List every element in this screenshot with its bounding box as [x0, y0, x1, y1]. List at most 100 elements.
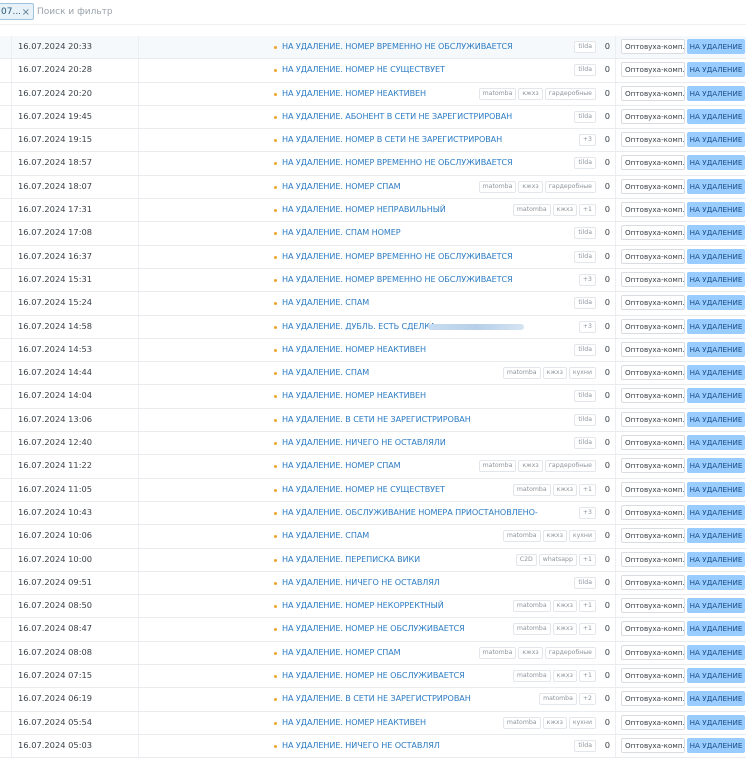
tag-badge[interactable]: +3: [578, 273, 596, 286]
row-title-link[interactable]: НА УДАЛЕНИЕ. НОМЕР НЕ СУЩЕСТВУЕТ: [282, 484, 445, 494]
row-title-link[interactable]: НА УДАЛЕНИЕ. НОМЕР ВРЕМЕННО НЕ ОБСЛУЖИВА…: [282, 251, 513, 261]
pipeline-select[interactable]: Оптовуха-комп...: [621, 271, 685, 287]
row-title-link[interactable]: НА УДАЛЕНИЕ. СПАМ: [282, 530, 369, 540]
pipeline-select[interactable]: Оптовуха-комп...: [621, 248, 685, 264]
table-row[interactable]: 16.07.2024 10:00 НА УДАЛЕНИЕ. ПЕРЕПИСКА В…: [0, 548, 746, 572]
status-badge[interactable]: НА УДАЛЕНИЕ: [687, 644, 745, 660]
tag-badge[interactable]: matomba: [512, 483, 551, 496]
tag-badge[interactable]: tilda: [574, 41, 596, 53]
pipeline-select[interactable]: Оптовуха-комп...: [621, 621, 685, 637]
row-title-link[interactable]: НА УДАЛЕНИЕ. НОМЕР ВРЕМЕННО НЕ ОБСЛУЖИВА…: [282, 157, 513, 167]
pipeline-select[interactable]: Оптовуха-комп...: [621, 202, 685, 218]
row-title-link[interactable]: НА УДАЛЕНИЕ. НИЧЕГО НЕ ОСТАВЛЯЛ: [282, 577, 440, 587]
table-row[interactable]: 16.07.2024 15:31 НА УДАЛЕНИЕ. НОМЕР ВРЕМЕ…: [0, 268, 746, 293]
tag-badge[interactable]: кжхз: [552, 600, 577, 613]
tag-badge[interactable]: +1: [578, 553, 596, 566]
table-row[interactable]: 16.07.2024 06:19 НА УДАЛЕНИЕ. В СЕТИ НЕ З…: [0, 688, 746, 712]
tag-badge[interactable]: matomba: [478, 646, 517, 659]
table-row[interactable]: 16.07.2024 16:37 НА УДАЛЕНИЕ. НОМЕР ВРЕМЕ…: [0, 245, 746, 269]
table-row[interactable]: 16.07.2024 05:54 НА УДАЛЕНИЕ. НОМЕР НЕАКТ…: [0, 711, 746, 735]
tag-badge[interactable]: matomba: [502, 716, 541, 729]
status-badge[interactable]: НА УДАЛЕНИЕ: [687, 132, 745, 148]
tag-badge[interactable]: tilda: [574, 110, 596, 123]
status-badge[interactable]: НА УДАЛЕНИЕ: [687, 108, 745, 124]
table-row[interactable]: 16.07.2024 05:03 НА УДАЛЕНИЕ. НИЧЕГО НЕ О…: [0, 734, 746, 759]
tag-badge[interactable]: +1: [578, 483, 596, 496]
status-badge[interactable]: НА УДАЛЕНИЕ: [687, 435, 745, 451]
table-row[interactable]: 16.07.2024 08:47 НА УДАЛЕНИЕ. НОМЕР НЕ ОБ…: [0, 618, 746, 642]
tag-badge[interactable]: +2: [578, 693, 596, 706]
pipeline-select[interactable]: Оптовуха-комп...: [621, 528, 685, 544]
tag-badge[interactable]: matomba: [512, 600, 551, 613]
status-badge[interactable]: НА УДАЛЕНИЕ: [687, 39, 745, 54]
pipeline-select[interactable]: Оптовуха-комп...: [621, 691, 685, 707]
tag-badge[interactable]: matomba: [539, 693, 577, 706]
tag-badge[interactable]: кухни: [568, 367, 596, 380]
status-badge[interactable]: НА УДАЛЕНИЕ: [687, 85, 745, 101]
row-title-link[interactable]: НА УДАЛЕНИЕ. ПЕРЕПИСКА ВИКИ: [282, 554, 420, 564]
row-title-link[interactable]: НА УДАЛЕНИЕ. НОМЕР В СЕТИ НЕ ЗАРЕГИСТРИР…: [282, 134, 502, 144]
row-title-link[interactable]: НА УДАЛЕНИЕ. ДУБЛЬ. ЕСТЬ СДЕЛКА: [282, 321, 435, 331]
table-row[interactable]: 16.07.2024 20:20 НА УДАЛЕНИЕ. НОМЕР НЕАКТ…: [0, 82, 746, 106]
tag-badge[interactable]: кжхз: [518, 646, 543, 659]
table-row[interactable]: 16.07.2024 12:40 НА УДАЛЕНИЕ. НИЧЕГО НЕ О…: [0, 432, 746, 456]
status-badge[interactable]: НА УДАЛЕНИЕ: [687, 504, 745, 520]
status-badge[interactable]: НА УДАЛЕНИЕ: [687, 318, 745, 334]
row-title-link[interactable]: НА УДАЛЕНИЕ. В СЕТИ НЕ ЗАРЕГИСТРИРОВАН: [282, 693, 471, 703]
tag-badge[interactable]: tilda: [574, 297, 596, 310]
row-title-link[interactable]: НА УДАЛЕНИЕ. НОМЕР СПАМ: [282, 647, 401, 657]
pipeline-select[interactable]: Оптовуха-комп...: [621, 458, 685, 474]
pipeline-select[interactable]: Оптовуха-комп...: [621, 62, 685, 78]
status-badge[interactable]: НА УДАЛЕНИЕ: [687, 737, 745, 753]
status-badge[interactable]: НА УДАЛЕНИЕ: [687, 668, 745, 684]
tag-badge[interactable]: кжхз: [518, 180, 543, 193]
tag-badge[interactable]: matomba: [502, 530, 541, 543]
tag-badge[interactable]: кжхз: [542, 367, 567, 380]
tag-badge[interactable]: кухни: [568, 716, 596, 729]
pipeline-select[interactable]: Оптовуха-комп...: [621, 551, 685, 567]
tag-badge[interactable]: кжхз: [518, 460, 543, 473]
tag-badge[interactable]: гардеробные: [544, 460, 596, 473]
tag-badge[interactable]: whatsapp: [538, 553, 577, 566]
row-title-link[interactable]: НА УДАЛЕНИЕ. ОБСЛУЖИВАНИЕ НОМЕРА ПРИОСТА…: [282, 507, 538, 517]
tag-badge[interactable]: matomba: [478, 460, 517, 473]
pipeline-select[interactable]: Оптовуха-комп...: [621, 435, 685, 451]
close-icon[interactable]: ×: [22, 4, 30, 21]
tag-badge[interactable]: tilda: [574, 227, 596, 240]
status-badge[interactable]: НА УДАЛЕНИЕ: [687, 388, 745, 404]
tag-badge[interactable]: matomba: [502, 367, 541, 380]
tag-badge[interactable]: кжхз: [552, 670, 577, 683]
tag-badge[interactable]: гардеробные: [544, 180, 596, 193]
pipeline-select[interactable]: Оптовуха-комп...: [621, 155, 685, 171]
table-row[interactable]: 16.07.2024 17:08 НА УДАЛЕНИЕ. СПАМ НОМЕР t…: [0, 222, 746, 246]
pipeline-select[interactable]: Оптовуха-комп...: [621, 39, 685, 54]
status-badge[interactable]: НА УДАЛЕНИЕ: [687, 248, 745, 264]
tag-badge[interactable]: tilda: [574, 413, 596, 426]
pipeline-select[interactable]: Оптовуха-комп...: [621, 388, 685, 404]
table-row[interactable]: 16.07.2024 11:22 НА УДАЛЕНИЕ. НОМЕР СПАМ m…: [0, 455, 746, 479]
status-badge[interactable]: НА УДАЛЕНИЕ: [687, 481, 745, 497]
tag-badge[interactable]: tilda: [574, 157, 596, 170]
tag-badge[interactable]: matomba: [512, 204, 551, 217]
table-row[interactable]: 16.07.2024 10:06 НА УДАЛЕНИЕ. СПАМ matomba…: [0, 525, 746, 549]
table-row[interactable]: 16.07.2024 14:58 НА УДАЛЕНИЕ. ДУБЛЬ. ЕСТЬ…: [0, 315, 746, 339]
tag-badge[interactable]: кжхз: [542, 530, 567, 543]
search-input[interactable]: [37, 4, 237, 20]
table-row[interactable]: 16.07.2024 08:50 НА УДАЛЕНИЕ. НОМЕР НЕКОР…: [0, 595, 746, 619]
row-title-link[interactable]: НА УДАЛЕНИЕ. НОМЕР НЕАКТИВЕН: [282, 717, 426, 727]
tag-badge[interactable]: +3: [578, 506, 596, 519]
pipeline-select[interactable]: Оптовуха-комп...: [621, 598, 685, 614]
pipeline-select[interactable]: Оптовуха-комп...: [621, 108, 685, 124]
status-badge[interactable]: НА УДАЛЕНИЕ: [687, 271, 745, 287]
table-row[interactable]: 16.07.2024 15:24 НА УДАЛЕНИЕ. СПАМ tilda 0 О…: [0, 292, 746, 316]
table-row[interactable]: 16.07.2024 19:45 НА УДАЛЕНИЕ. АБОНЕНТ В С…: [0, 105, 746, 130]
status-badge[interactable]: НА УДАЛЕНИЕ: [687, 528, 745, 544]
status-badge[interactable]: НА УДАЛЕНИЕ: [687, 411, 745, 427]
table-row[interactable]: 16.07.2024 14:44 НА УДАЛЕНИЕ. СПАМ matomba…: [0, 362, 746, 386]
tag-badge[interactable]: +1: [578, 623, 596, 636]
status-badge[interactable]: НА УДАЛЕНИЕ: [687, 178, 745, 194]
row-title-link[interactable]: НА УДАЛЕНИЕ. В СЕТИ НЕ ЗАРЕГИСТРИРОВАН: [282, 414, 471, 424]
pipeline-select[interactable]: Оптовуха-комп...: [621, 481, 685, 497]
tag-badge[interactable]: matomba: [478, 180, 517, 193]
pipeline-select[interactable]: Оптовуха-комп...: [621, 365, 685, 381]
